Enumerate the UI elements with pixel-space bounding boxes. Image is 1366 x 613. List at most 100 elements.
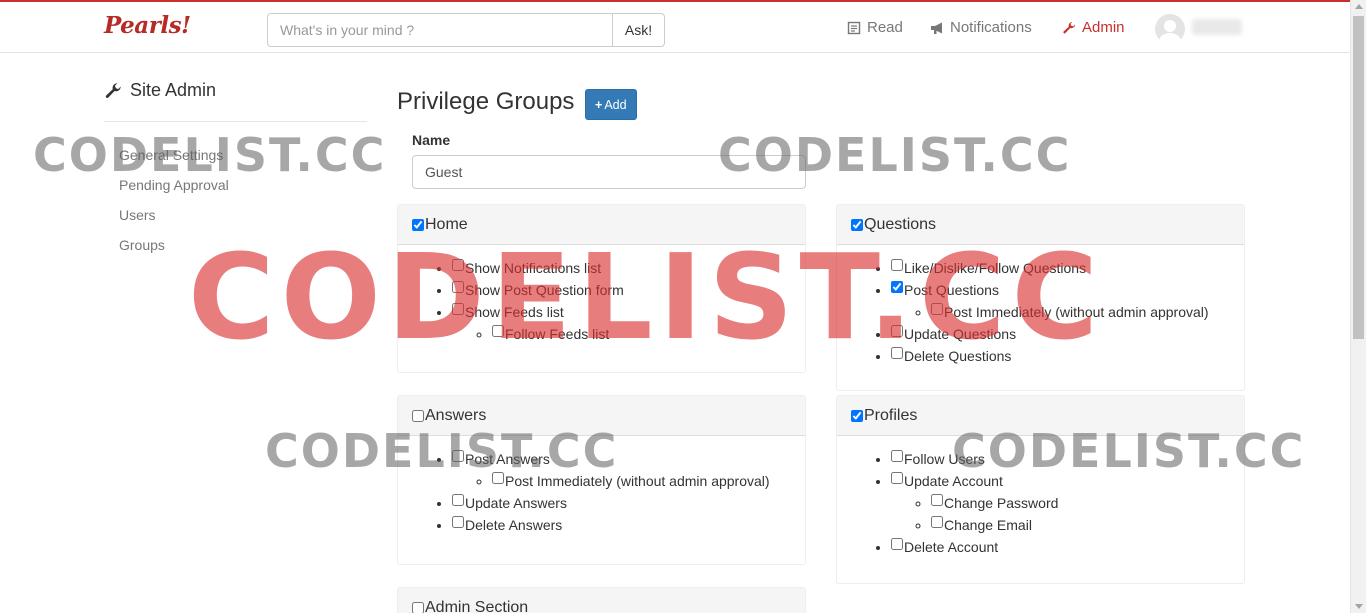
search-bar: Ask! [267,13,665,47]
sidebar-item-pending-approval[interactable]: Pending Approval [119,177,229,207]
list-item: Follow Feeds list [492,323,791,345]
permission-label: Like/Dislike/Follow Questions [904,260,1087,276]
permission-checkbox[interactable] [891,538,903,550]
permission-checkbox[interactable] [891,472,903,484]
permission-label: Follow Users [904,451,985,467]
permission-checkbox[interactable] [492,472,504,484]
admin-section-checkbox[interactable] [412,601,424,613]
panel-answers: Answers Post Answers Post Immediately (w… [397,395,806,565]
permission-label: Show Notifications list [465,260,602,276]
list-item: Delete Answers [452,514,791,536]
permission-label: Post Answers [465,451,550,467]
wrench-icon [1063,21,1076,33]
panel-questions-title: Questions [864,215,937,233]
page-title: Privilege Groups [397,88,575,115]
list-item: Update Answers [452,492,791,514]
permission-checkbox[interactable] [452,303,464,315]
list-item: Follow Users [891,448,1230,470]
answers-checkbox[interactable] [412,409,424,422]
permission-checkbox[interactable] [452,516,464,528]
permission-label: Post Immediately (without admin approval… [944,304,1209,320]
nav-admin[interactable]: Admin [1062,19,1125,36]
scroll-thumb[interactable] [1353,16,1364,339]
permission-checkbox[interactable] [931,494,943,506]
list-item: Post Immediately (without admin approval… [931,301,1230,323]
sidebar-item-general-settings[interactable]: General Settings [119,147,229,177]
list-item: Update Questions [891,323,1230,345]
permission-label: Show Post Question form [465,282,624,298]
questions-checkbox[interactable] [851,218,863,231]
panel-home-title: Home [425,215,468,233]
page-scrollbar[interactable] [1350,0,1366,613]
permission-label: Delete Account [904,539,999,555]
answers-permissions-list: Post Answers Post Immediately (without a… [412,448,791,536]
list-item: Delete Account [891,536,1230,558]
profiles-permissions-list: Follow Users Update Account Change Passw… [851,448,1230,558]
scroll-down-arrow-icon[interactable] [1355,604,1363,609]
permission-checkbox[interactable] [891,259,903,271]
sidebar-menu: General Settings Pending Approval Users … [119,147,229,267]
list-item: Delete Questions [891,345,1230,367]
wrench-icon [105,82,121,98]
permission-label: Follow Feeds list [505,326,610,342]
panel-profiles-title: Profiles [864,406,918,424]
panel-answers-header: Answers [398,396,805,436]
profiles-checkbox[interactable] [851,409,863,422]
nav-read[interactable]: Read [847,19,903,36]
permission-checkbox[interactable] [452,281,464,293]
group-name-input[interactable] [412,155,806,189]
permission-checkbox[interactable] [931,516,943,528]
scroll-up-arrow-icon[interactable] [1355,4,1363,9]
home-checkbox[interactable] [412,218,424,231]
sidebar-item-groups[interactable]: Groups [119,237,229,267]
permission-checkbox[interactable] [452,494,464,506]
sidebar-title-label: Site Admin [130,80,217,100]
panel-questions: Questions Like/Dislike/Follow Questions … [836,204,1245,391]
sidebar-item-users[interactable]: Users [119,207,229,237]
permission-checkbox[interactable] [891,325,903,337]
permission-checkbox[interactable] [492,325,504,337]
list-item: Show Post Question form [452,279,791,301]
panel-profiles-header: Profiles [837,396,1244,436]
panel-profiles: Profiles Follow Users Update Account Cha… [836,395,1245,584]
permission-checkbox[interactable] [891,450,903,462]
nav-read-label: Read [867,19,903,36]
add-group-button[interactable]: + Add [585,89,637,120]
ask-button[interactable]: Ask! [613,13,665,47]
name-label: Name [412,132,451,148]
permission-label: Update Questions [904,326,1017,342]
permission-label: Delete Questions [904,348,1012,364]
nav-notifications[interactable]: Notifications [930,19,1032,36]
list-item: Like/Dislike/Follow Questions [891,257,1230,279]
list-item: Post Immediately (without admin approval… [492,470,791,492]
permission-label: Delete Answers [465,517,563,533]
avatar[interactable] [1155,14,1185,44]
list-item: Update Account Change Password Change Em… [891,470,1230,536]
list-item: Show Feeds list Follow Feeds list [452,301,791,345]
permission-checkbox[interactable] [891,281,903,293]
list-item: Change Email [931,514,1230,536]
list-item: Post Questions Post Immediately (without… [891,279,1230,323]
nav-notifications-label: Notifications [950,19,1032,36]
permission-checkbox[interactable] [891,347,903,359]
book-icon [847,21,861,34]
bullhorn-icon [931,22,942,34]
questions-permissions-list: Like/Dislike/Follow Questions Post Quest… [851,257,1230,367]
permission-checkbox[interactable] [452,450,464,462]
top-navbar: Pearls! Ask! Read Notifications Admin [0,0,1350,53]
permission-label: Post Questions [904,282,999,298]
panel-home: Home Show Notifications list Show Post Q… [397,204,806,373]
brand-logo[interactable]: Pearls! [104,12,191,39]
search-input[interactable] [267,13,613,47]
list-item: Change Password [931,492,1230,514]
permission-checkbox[interactable] [452,259,464,271]
permission-label: Show Feeds list [465,304,564,320]
permission-checkbox[interactable] [931,303,943,315]
home-permissions-list: Show Notifications list Show Post Questi… [412,257,791,345]
panel-admin-title: Admin Section [425,598,529,613]
permission-label: Post Immediately (without admin approval… [505,473,770,489]
username-blurred[interactable] [1192,19,1242,35]
list-item: Show Notifications list [452,257,791,279]
panel-admin-header: Admin Section [398,588,805,613]
panel-home-header: Home [398,205,805,245]
